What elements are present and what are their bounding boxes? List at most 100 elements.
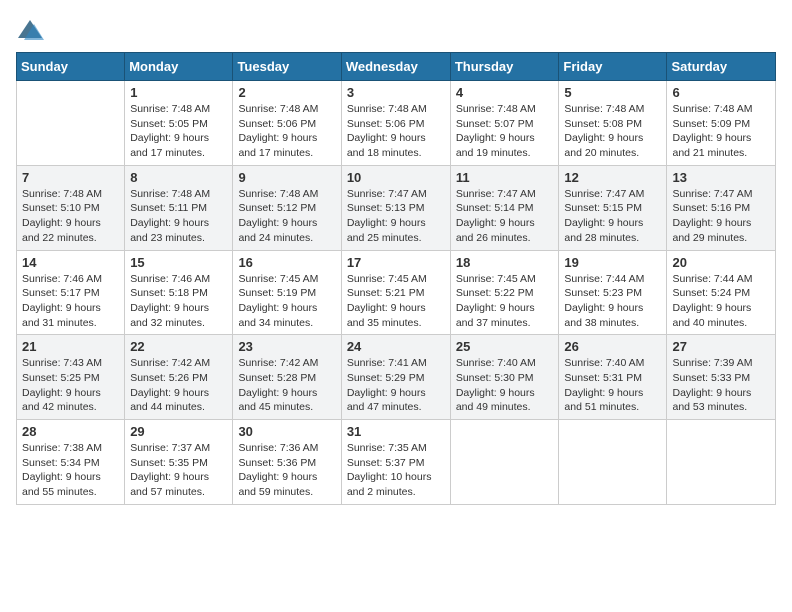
day-info: Sunrise: 7:48 AM Sunset: 5:10 PM Dayligh… [22, 187, 119, 246]
calendar-cell: 30 Sunrise: 7:36 AM Sunset: 5:36 PM Dayli… [233, 420, 341, 505]
calendar-cell: 21Sunrise: 7:43 AM Sunset: 5:25 PM Dayli… [17, 335, 125, 420]
day-info: Sunrise: 7:41 AM Sunset: 5:29 PM Dayligh… [347, 356, 445, 415]
day-number: 10 [347, 170, 445, 185]
day-number: 25 [456, 339, 554, 354]
day-info: Sunrise: 7:48 AM Sunset: 5:11 PM Dayligh… [130, 187, 227, 246]
day-info: Sunrise: 7:47 AM Sunset: 5:14 PM Dayligh… [456, 187, 554, 246]
day-number: 16 [238, 255, 335, 270]
day-number: 7 [22, 170, 119, 185]
calendar-cell: 15Sunrise: 7:46 AM Sunset: 5:18 PM Dayli… [125, 250, 233, 335]
weekday-cell: Saturday [667, 53, 776, 81]
calendar-cell: 25 Sunrise: 7:40 AM Sunset: 5:30 PM Dayli… [450, 335, 559, 420]
day-number: 5 [564, 85, 661, 100]
weekday-header: SundayMondayTuesdayWednesdayThursdayFrid… [17, 53, 776, 81]
calendar-cell [450, 420, 559, 505]
logo-icon [16, 16, 44, 44]
calendar-cell: 23 Sunrise: 7:42 AM Sunset: 5:28 PM Dayli… [233, 335, 341, 420]
calendar-cell: 22 Sunrise: 7:42 AM Sunset: 5:26 PM Dayli… [125, 335, 233, 420]
day-number: 12 [564, 170, 661, 185]
calendar-cell: 9Sunrise: 7:48 AM Sunset: 5:12 PM Daylig… [233, 165, 341, 250]
day-number: 3 [347, 85, 445, 100]
day-info: Sunrise: 7:42 AM Sunset: 5:26 PM Dayligh… [130, 356, 227, 415]
calendar-cell: 6 Sunrise: 7:48 AM Sunset: 5:09 PM Daylig… [667, 81, 776, 166]
calendar-cell: 1 Sunrise: 7:48 AM Sunset: 5:05 PM Daylig… [125, 81, 233, 166]
calendar-cell [559, 420, 667, 505]
day-info: Sunrise: 7:38 AM Sunset: 5:34 PM Dayligh… [22, 441, 119, 500]
day-info: Sunrise: 7:48 AM Sunset: 5:05 PM Dayligh… [130, 102, 227, 161]
day-number: 20 [672, 255, 770, 270]
day-info: Sunrise: 7:48 AM Sunset: 5:09 PM Dayligh… [672, 102, 770, 161]
day-number: 28 [22, 424, 119, 439]
day-info: Sunrise: 7:36 AM Sunset: 5:36 PM Dayligh… [238, 441, 335, 500]
day-number: 24 [347, 339, 445, 354]
day-number: 26 [564, 339, 661, 354]
day-info: Sunrise: 7:46 AM Sunset: 5:17 PM Dayligh… [22, 272, 119, 331]
calendar-cell: 27 Sunrise: 7:39 AM Sunset: 5:33 PM Dayli… [667, 335, 776, 420]
calendar-cell: 17 Sunrise: 7:45 AM Sunset: 5:21 PM Dayli… [341, 250, 450, 335]
day-number: 13 [672, 170, 770, 185]
day-info: Sunrise: 7:48 AM Sunset: 5:08 PM Dayligh… [564, 102, 661, 161]
day-info: Sunrise: 7:37 AM Sunset: 5:35 PM Dayligh… [130, 441, 227, 500]
day-number: 18 [456, 255, 554, 270]
day-info: Sunrise: 7:48 AM Sunset: 5:07 PM Dayligh… [456, 102, 554, 161]
calendar-table: SundayMondayTuesdayWednesdayThursdayFrid… [16, 52, 776, 505]
weekday-cell: Sunday [17, 53, 125, 81]
weekday-cell: Monday [125, 53, 233, 81]
day-number: 23 [238, 339, 335, 354]
calendar-cell: 2Sunrise: 7:48 AM Sunset: 5:06 PM Daylig… [233, 81, 341, 166]
day-number: 8 [130, 170, 227, 185]
calendar-cell: 4Sunrise: 7:48 AM Sunset: 5:07 PM Daylig… [450, 81, 559, 166]
day-info: Sunrise: 7:48 AM Sunset: 5:12 PM Dayligh… [238, 187, 335, 246]
calendar-cell: 16 Sunrise: 7:45 AM Sunset: 5:19 PM Dayli… [233, 250, 341, 335]
day-number: 2 [238, 85, 335, 100]
day-info: Sunrise: 7:47 AM Sunset: 5:15 PM Dayligh… [564, 187, 661, 246]
calendar-cell: 31 Sunrise: 7:35 AM Sunset: 5:37 PM Dayli… [341, 420, 450, 505]
calendar-cell: 12 Sunrise: 7:47 AM Sunset: 5:15 PM Dayli… [559, 165, 667, 250]
calendar-cell: 24 Sunrise: 7:41 AM Sunset: 5:29 PM Dayli… [341, 335, 450, 420]
day-info: Sunrise: 7:45 AM Sunset: 5:22 PM Dayligh… [456, 272, 554, 331]
calendar-cell: 26 Sunrise: 7:40 AM Sunset: 5:31 PM Dayli… [559, 335, 667, 420]
calendar-cell: 14 Sunrise: 7:46 AM Sunset: 5:17 PM Dayli… [17, 250, 125, 335]
calendar-cell: 8 Sunrise: 7:48 AM Sunset: 5:11 PM Daylig… [125, 165, 233, 250]
day-number: 6 [672, 85, 770, 100]
calendar-cell: 3Sunrise: 7:48 AM Sunset: 5:06 PM Daylig… [341, 81, 450, 166]
day-number: 14 [22, 255, 119, 270]
day-number: 1 [130, 85, 227, 100]
calendar-cell: 19Sunrise: 7:44 AM Sunset: 5:23 PM Dayli… [559, 250, 667, 335]
day-info: Sunrise: 7:46 AM Sunset: 5:18 PM Dayligh… [130, 272, 227, 331]
weekday-cell: Thursday [450, 53, 559, 81]
day-number: 11 [456, 170, 554, 185]
calendar-cell: 10 Sunrise: 7:47 AM Sunset: 5:13 PM Dayli… [341, 165, 450, 250]
day-info: Sunrise: 7:47 AM Sunset: 5:16 PM Dayligh… [672, 187, 770, 246]
calendar-cell: 18 Sunrise: 7:45 AM Sunset: 5:22 PM Dayli… [450, 250, 559, 335]
day-info: Sunrise: 7:42 AM Sunset: 5:28 PM Dayligh… [238, 356, 335, 415]
calendar-body: 1 Sunrise: 7:48 AM Sunset: 5:05 PM Daylig… [17, 81, 776, 505]
weekday-cell: Friday [559, 53, 667, 81]
day-info: Sunrise: 7:35 AM Sunset: 5:37 PM Dayligh… [347, 441, 445, 500]
day-number: 31 [347, 424, 445, 439]
calendar-cell: 7 Sunrise: 7:48 AM Sunset: 5:10 PM Daylig… [17, 165, 125, 250]
page-header [16, 16, 776, 44]
calendar-cell [667, 420, 776, 505]
day-info: Sunrise: 7:44 AM Sunset: 5:23 PM Dayligh… [564, 272, 661, 331]
calendar-week-row: 28 Sunrise: 7:38 AM Sunset: 5:34 PM Dayli… [17, 420, 776, 505]
day-number: 17 [347, 255, 445, 270]
day-info: Sunrise: 7:40 AM Sunset: 5:31 PM Dayligh… [564, 356, 661, 415]
day-number: 21 [22, 339, 119, 354]
calendar-cell: 5 Sunrise: 7:48 AM Sunset: 5:08 PM Daylig… [559, 81, 667, 166]
calendar-week-row: 21Sunrise: 7:43 AM Sunset: 5:25 PM Dayli… [17, 335, 776, 420]
day-number: 22 [130, 339, 227, 354]
day-info: Sunrise: 7:45 AM Sunset: 5:21 PM Dayligh… [347, 272, 445, 331]
day-info: Sunrise: 7:45 AM Sunset: 5:19 PM Dayligh… [238, 272, 335, 331]
day-info: Sunrise: 7:40 AM Sunset: 5:30 PM Dayligh… [456, 356, 554, 415]
day-info: Sunrise: 7:44 AM Sunset: 5:24 PM Dayligh… [672, 272, 770, 331]
calendar-week-row: 7 Sunrise: 7:48 AM Sunset: 5:10 PM Daylig… [17, 165, 776, 250]
day-number: 30 [238, 424, 335, 439]
day-info: Sunrise: 7:39 AM Sunset: 5:33 PM Dayligh… [672, 356, 770, 415]
calendar-cell: 11 Sunrise: 7:47 AM Sunset: 5:14 PM Dayli… [450, 165, 559, 250]
day-info: Sunrise: 7:47 AM Sunset: 5:13 PM Dayligh… [347, 187, 445, 246]
calendar-week-row: 1 Sunrise: 7:48 AM Sunset: 5:05 PM Daylig… [17, 81, 776, 166]
day-number: 27 [672, 339, 770, 354]
calendar-cell: 29Sunrise: 7:37 AM Sunset: 5:35 PM Dayli… [125, 420, 233, 505]
weekday-cell: Tuesday [233, 53, 341, 81]
